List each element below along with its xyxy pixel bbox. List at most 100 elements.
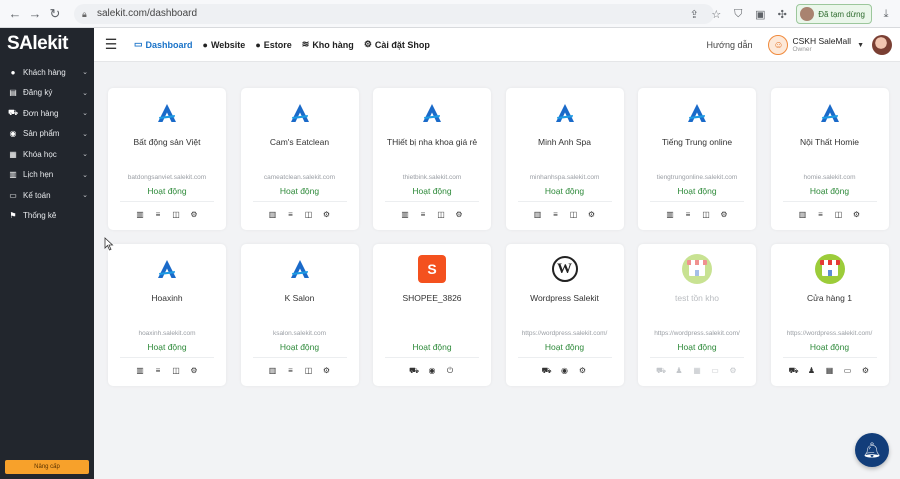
list-icon[interactable]: ≡ (816, 210, 826, 220)
list-icon[interactable]: ≡ (153, 366, 163, 376)
download-icon[interactable]: ⤓ (878, 6, 894, 22)
gear-icon[interactable]: ⚙ (189, 210, 199, 220)
barcode-icon[interactable]: ▥ (533, 210, 543, 220)
gear-icon[interactable]: ⚙ (454, 210, 464, 220)
tab-dashboard[interactable]: ▭ Dashboard (134, 39, 193, 50)
layout-icon[interactable]: ◫ (171, 366, 181, 376)
gear-icon[interactable]: ⚙ (587, 210, 597, 220)
sidebar-item-statistics[interactable]: ⚑ Thống kê (0, 206, 94, 227)
barcode-icon[interactable]: ▥ (135, 210, 145, 220)
shop-domain[interactable]: ksalon.salekit.com (243, 330, 357, 337)
shop-name[interactable]: test tồn kho (642, 293, 752, 303)
gear-icon[interactable]: ⚙ (322, 366, 332, 376)
shop-domain[interactable]: https://wordpress.salekit.com/ (773, 330, 887, 337)
puzzle-icon[interactable]: ✣ (774, 6, 790, 22)
shield-icon[interactable]: ⛉ (730, 6, 746, 22)
tab-warehouse[interactable]: ≋ Kho hàng (302, 39, 354, 50)
power-icon[interactable]: ⏻ (445, 366, 455, 376)
tab-shop-settings[interactable]: ⚙ Cài đặt Shop (364, 39, 430, 50)
layout-icon[interactable]: ◫ (304, 366, 314, 376)
shop-domain[interactable]: thietbink.salekit.com (375, 174, 489, 181)
barcode-icon[interactable]: ▥ (665, 210, 675, 220)
shop-card[interactable]: S SHOPEE_3826 Hoạt động ⛟ ◉ ⏻ (373, 244, 491, 386)
layout-icon[interactable]: ◫ (171, 210, 181, 220)
upgrade-button[interactable]: Nâng cấp (5, 460, 89, 474)
caret-down-icon[interactable]: ▼ (857, 42, 864, 49)
list-icon[interactable]: ≡ (286, 366, 296, 376)
sidebar-item-orders[interactable]: ⛟ Đơn hàng ⌄ (0, 103, 94, 124)
list-icon[interactable]: ≡ (683, 210, 693, 220)
shop-domain[interactable]: minhanhspa.salekit.com (508, 174, 622, 181)
salekit-logo[interactable]: SAlekit (0, 28, 94, 60)
gear-icon[interactable]: ⚙ (322, 210, 332, 220)
sidebar-item-register[interactable]: ▤ Đăng ký ⌄ (0, 83, 94, 104)
profile-paused-button[interactable]: Đã tạm dừng (796, 4, 872, 24)
gear-icon[interactable]: ⚙ (728, 366, 738, 376)
shop-card[interactable]: Hoaxinh hoaxinh.salekit.com Hoạt động ▥ ≡ ◫ ⚙ (108, 244, 226, 386)
extension-download-icon[interactable]: ▣ (752, 6, 768, 22)
layout-icon[interactable]: ◫ (436, 210, 446, 220)
guide-link[interactable]: Hướng dẫn (707, 40, 753, 50)
shop-name[interactable]: THiết bị nha khoa giá rẻ (377, 137, 487, 147)
star-icon[interactable]: ☆ (708, 6, 724, 22)
shop-domain[interactable]: homie.salekit.com (773, 174, 887, 181)
user-menu[interactable]: CSKH SaleMall Owner (792, 36, 851, 53)
shop-name[interactable]: Cam's Eatclean (245, 137, 355, 147)
shop-card[interactable]: Tiếng Trung online tiengtrungonline.salek… (638, 88, 756, 230)
shop-domain[interactable]: https://wordpress.salekit.com/ (640, 330, 754, 337)
user-icon[interactable]: ♟ (807, 366, 817, 376)
layout-icon[interactable]: ◫ (569, 210, 579, 220)
shop-name[interactable]: K Salon (245, 293, 355, 303)
cart-icon[interactable]: ⛟ (409, 366, 419, 376)
sidebar-item-products[interactable]: ◉ Sản phẩm ⌄ (0, 124, 94, 145)
shop-name[interactable]: Minh Anh Spa (510, 137, 620, 147)
barcode-icon[interactable]: ▥ (135, 366, 145, 376)
user-icon[interactable]: ♟ (674, 366, 684, 376)
gear-icon[interactable]: ⚙ (189, 366, 199, 376)
list-icon[interactable]: ≡ (551, 210, 561, 220)
card-icon[interactable]: ▭ (843, 366, 853, 376)
list-icon[interactable]: ≡ (418, 210, 428, 220)
shop-avatar[interactable]: ☺ (768, 35, 789, 55)
shop-name[interactable]: Tiếng Trung online (642, 137, 752, 147)
shop-name[interactable]: SHOPEE_3826 (377, 293, 487, 303)
shop-card[interactable]: test tồn kho https://wordpress.salekit.co… (638, 244, 756, 386)
shop-card[interactable]: Minh Anh Spa minhanhspa.salekit.com Hoạt đ… (505, 88, 624, 230)
shop-domain[interactable]: tiengtrungonline.salekit.com (640, 174, 754, 181)
hamburger-menu-icon[interactable]: ☰ (98, 28, 124, 62)
shop-name[interactable]: Nội Thất Homie (775, 137, 885, 147)
barcode-icon[interactable]: ▥ (268, 366, 278, 376)
gear-icon[interactable]: ⚙ (852, 210, 862, 220)
shop-card[interactable]: THiết bị nha khoa giá rẻ thietbink.saleki… (373, 88, 491, 230)
barcode-icon[interactable]: ▥ (798, 210, 808, 220)
layout-icon[interactable]: ◫ (701, 210, 711, 220)
shop-card[interactable]: K Salon ksalon.salekit.com Hoạt động ▥ ≡ ◫ ⚙ (240, 244, 359, 386)
compass-icon[interactable]: ◉ (427, 366, 437, 376)
sidebar-item-courses[interactable]: ▦ Khóa học ⌄ (0, 144, 94, 165)
forward-arrow-icon[interactable]: → (26, 5, 44, 23)
gear-icon[interactable]: ⚙ (578, 366, 588, 376)
address-bar[interactable]: 🔒︎ salekit.com/dashboard (74, 3, 714, 24)
calendar-icon[interactable]: ▦ (825, 366, 835, 376)
shop-card[interactable]: Nội Thất Homie homie.salekit.com Hoạt động… (770, 88, 889, 230)
notification-bell-button[interactable]: 🔔︎ (855, 433, 889, 467)
cart-icon[interactable]: ⛟ (789, 366, 799, 376)
card-icon[interactable]: ▭ (710, 366, 720, 376)
cart-icon[interactable]: ⛟ (542, 366, 552, 376)
layout-icon[interactable]: ◫ (834, 210, 844, 220)
reload-icon[interactable]: ↻ (46, 5, 64, 23)
shop-domain[interactable]: cameatclean.salekit.com (243, 174, 357, 181)
shop-card[interactable]: W Wordpress Salekit https://wordpress.sale… (505, 244, 624, 386)
shop-card[interactable]: Bất động sản Việt batdongsanviet.salekit.… (108, 88, 226, 230)
barcode-icon[interactable]: ▥ (400, 210, 410, 220)
calendar-icon[interactable]: ▦ (692, 366, 702, 376)
tab-website[interactable]: ● Website (203, 40, 246, 50)
share-icon[interactable]: ⇪ (686, 6, 702, 22)
shop-domain[interactable]: batdongsanviet.salekit.com (110, 174, 224, 181)
gear-icon[interactable]: ⚙ (861, 366, 871, 376)
shop-domain[interactable]: hoaxinh.salekit.com (110, 330, 224, 337)
back-arrow-icon[interactable]: ← (6, 5, 24, 23)
compass-icon[interactable]: ◉ (560, 366, 570, 376)
sidebar-item-appointments[interactable]: ▥ Lịch hẹn ⌄ (0, 165, 94, 186)
sidebar-item-accounting[interactable]: ▭ Kế toán ⌄ (0, 185, 94, 206)
